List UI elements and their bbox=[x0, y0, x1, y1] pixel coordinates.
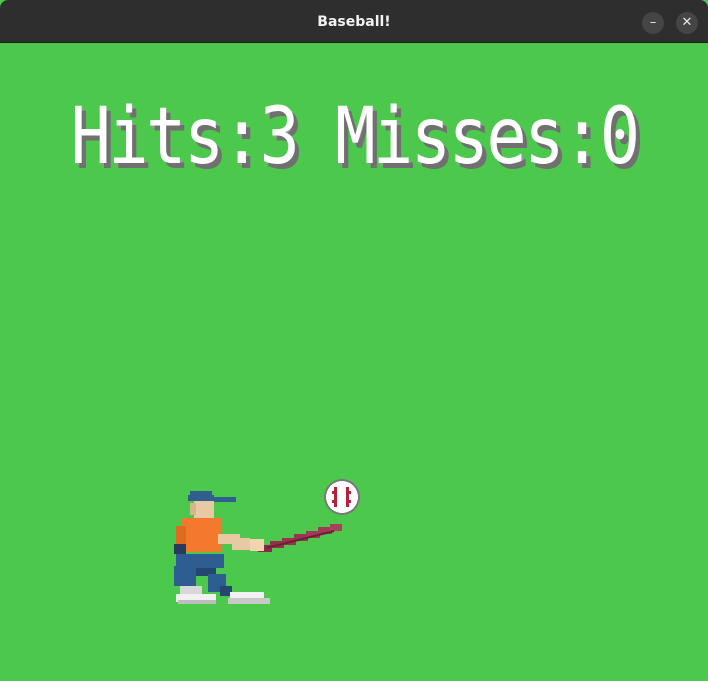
bat bbox=[258, 524, 342, 552]
game-window: Baseball! – ✕ Hits:3 Misses:0 bbox=[0, 0, 708, 681]
close-button[interactable]: ✕ bbox=[676, 12, 698, 34]
score-display: Hits:3 Misses:0 bbox=[50, 98, 659, 176]
misses-count: 0 bbox=[599, 92, 640, 182]
window-title: Baseball! bbox=[317, 14, 391, 30]
hits-label: Hits: bbox=[70, 92, 262, 182]
game-canvas[interactable]: Hits:3 Misses:0 bbox=[0, 43, 708, 681]
title-bar[interactable]: Baseball! – ✕ bbox=[0, 0, 708, 43]
baseball-sprite bbox=[324, 479, 360, 515]
minimize-button[interactable]: – bbox=[642, 12, 664, 34]
misses-label: Misses: bbox=[297, 92, 602, 182]
hits-count: 3 bbox=[259, 92, 299, 182]
